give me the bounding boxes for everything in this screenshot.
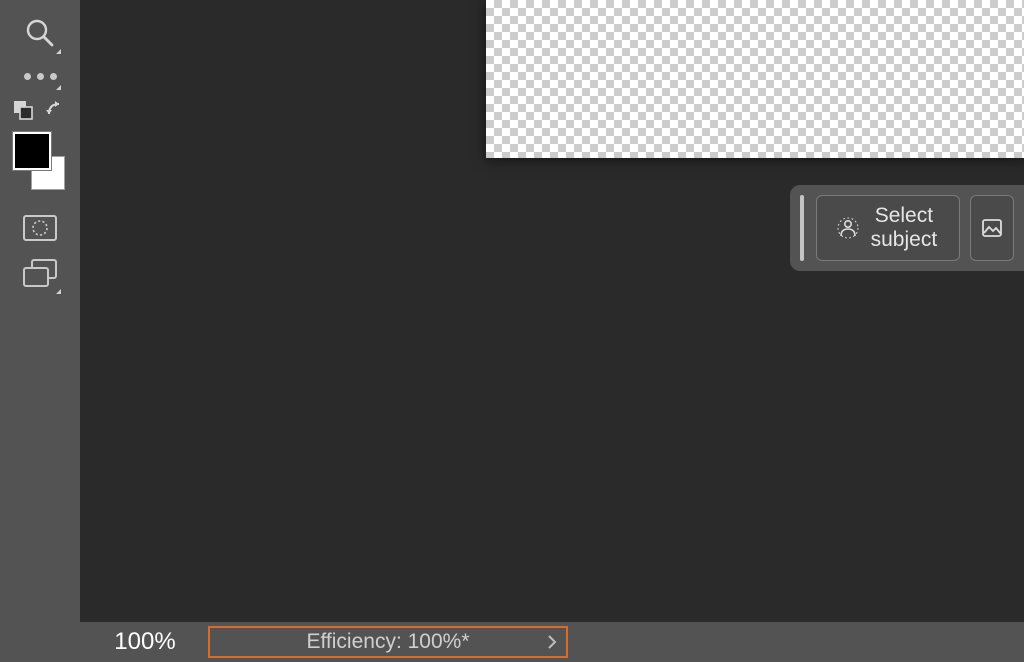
- chevron-right-icon: [546, 634, 558, 650]
- zoom-tool[interactable]: [15, 8, 65, 58]
- select-subject-button[interactable]: Select subject: [816, 195, 960, 261]
- select-subject-label: Select subject: [869, 204, 939, 252]
- screen-mode[interactable]: [15, 250, 65, 298]
- dots-icon: [24, 73, 57, 80]
- canvas-workspace[interactable]: Select subject: [80, 0, 1024, 626]
- switch-colors-icon[interactable]: [45, 100, 67, 122]
- quick-mask-mode[interactable]: [15, 206, 65, 250]
- magnifier-icon: [24, 17, 56, 49]
- image-icon: [981, 217, 1003, 239]
- color-swatches[interactable]: [15, 134, 65, 190]
- screen-mode-icon: [22, 259, 58, 289]
- efficiency-label: Efficiency: 100%*: [306, 630, 469, 654]
- status-bar: 100% Efficiency: 100%*: [80, 622, 1024, 662]
- zoom-level[interactable]: 100%: [80, 628, 200, 656]
- quick-mask-icon: [23, 215, 57, 241]
- secondary-context-button[interactable]: [970, 195, 1014, 261]
- transparent-canvas[interactable]: [486, 0, 1024, 158]
- efficiency-indicator[interactable]: Efficiency: 100%*: [208, 626, 568, 658]
- person-icon: [837, 217, 859, 239]
- foreground-color-swatch[interactable]: [15, 134, 49, 168]
- drag-handle[interactable]: [800, 195, 804, 261]
- contextual-task-bar[interactable]: Select subject: [790, 185, 1024, 271]
- more-tools[interactable]: [15, 58, 65, 94]
- tool-palette: [0, 0, 80, 662]
- edit-toolbar-icon[interactable]: [13, 100, 35, 122]
